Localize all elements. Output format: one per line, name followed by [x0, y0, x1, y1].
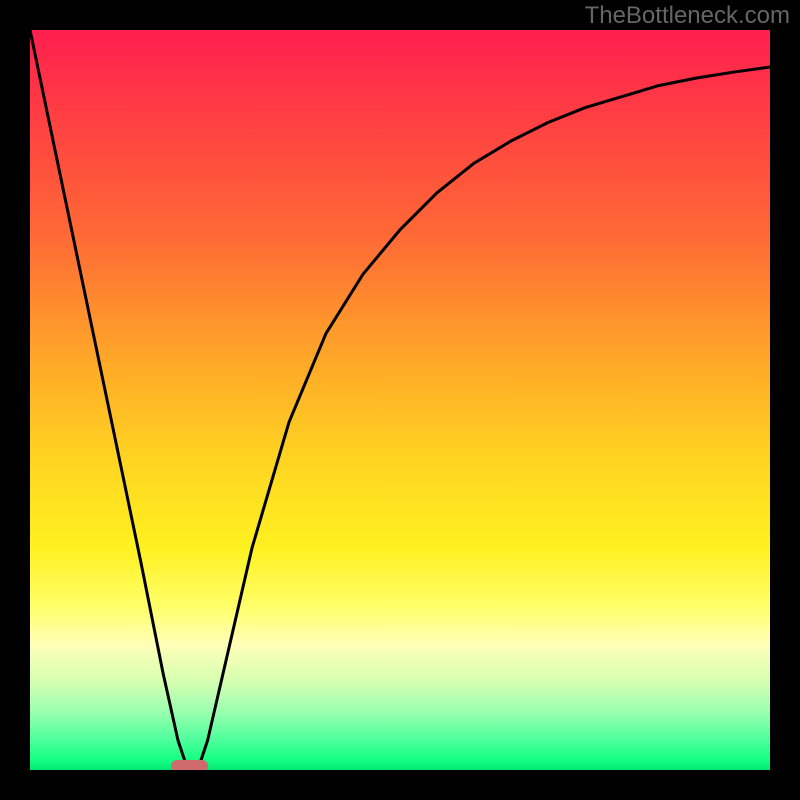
- chart-root: TheBottleneck.com: [0, 0, 800, 800]
- curve-svg: [30, 30, 770, 770]
- watermark-text: TheBottleneck.com: [585, 2, 790, 30]
- plot-area: [30, 30, 770, 770]
- bottleneck-curve: [30, 30, 770, 770]
- optimal-point-marker: [171, 760, 208, 770]
